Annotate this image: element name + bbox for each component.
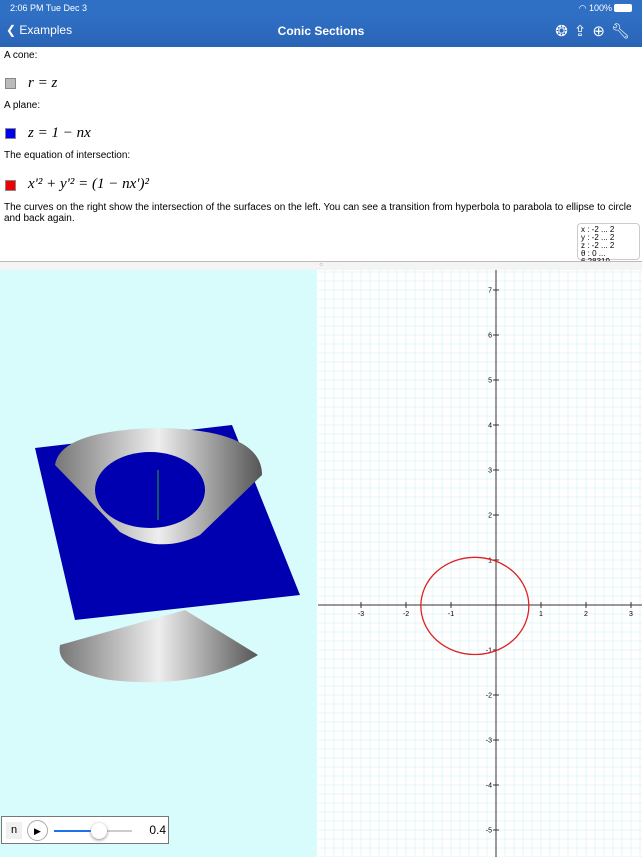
3d-view[interactable] xyxy=(0,270,317,857)
intersection-curve xyxy=(420,556,530,656)
intersection-swatch[interactable] xyxy=(5,180,16,191)
slider-knob[interactable] xyxy=(91,823,108,839)
param-slider[interactable] xyxy=(54,823,132,839)
y-tick-label: 7 xyxy=(488,288,492,295)
share-icon[interactable]: ⇪ xyxy=(574,22,587,40)
y-tick-label: -2 xyxy=(486,693,492,700)
nav-bar: ❮ Examples Conic Sections ❂ ⇪ ⊕ 🔧︎ xyxy=(0,16,642,47)
x-tick-label: 2 xyxy=(584,611,588,618)
x-tick-label: 1 xyxy=(539,611,543,618)
lower-cone xyxy=(59,610,259,683)
3d-plot xyxy=(35,425,300,683)
split-handle[interactable]: ○ xyxy=(0,261,642,270)
param-name-button[interactable]: n xyxy=(6,822,22,839)
y-tick-label: 5 xyxy=(488,378,492,385)
status-bar: 2:06 PM Tue Dec 3 ◠ 100% xyxy=(0,0,642,16)
wrench-icon[interactable]: 🔧︎ xyxy=(611,22,630,40)
x-tick-label: -3 xyxy=(358,611,364,618)
y-tick-label: 3 xyxy=(488,468,492,475)
cone-label: A cone: xyxy=(4,50,38,61)
intersection-disc xyxy=(95,452,205,528)
cone-swatch[interactable] xyxy=(5,78,16,89)
plane-swatch[interactable] xyxy=(5,128,16,139)
graph-view[interactable]: -3 -2 -1 1 2 3 7 6 5 4 3 2 1 -1 -2 -3 -4 -5 xyxy=(315,253,642,858)
plane-equation: z = 1 − nx xyxy=(28,125,91,141)
description: The curves on the right show the interse… xyxy=(4,202,632,224)
add-icon[interactable]: ⊕ xyxy=(592,22,605,40)
x-tick-label: -1 xyxy=(448,611,454,618)
y-tick-label: -3 xyxy=(486,738,492,745)
parameter-control: n ▶ 0.4 xyxy=(1,816,169,844)
x-tick-label: 3 xyxy=(629,611,633,618)
cone-equation: r = z xyxy=(28,75,58,91)
status-right: ◠ 100% xyxy=(579,3,632,14)
range-box[interactable]: x : -2 ... 2 y : -2 ... 2 z : -2 ... 2 θ… xyxy=(577,223,640,266)
y-tick-label: 4 xyxy=(488,423,492,430)
battery-text: 100% xyxy=(588,3,612,13)
intersection-equation: x'² + y'² = (1 − nx')² xyxy=(28,176,149,192)
x-tick-label: -2 xyxy=(403,611,409,618)
status-time: 2:06 PM Tue Dec 3 xyxy=(10,3,88,13)
2d-plot: -3 -2 -1 1 2 37654321-1-2-3-4-5 xyxy=(315,253,642,858)
y-tick-label: 2 xyxy=(488,513,492,520)
battery-icon xyxy=(614,4,632,12)
page-title: Conic Sections xyxy=(277,24,365,38)
y-tick-label: -5 xyxy=(486,828,492,835)
3d-view-icon[interactable]: ❂ xyxy=(555,22,568,40)
plane-label: A plane: xyxy=(4,100,41,111)
param-value: 0.4 xyxy=(149,823,166,837)
y-tick-label: -4 xyxy=(486,783,492,790)
intersection-label: The equation of intersection: xyxy=(4,150,131,161)
y-tick-label: 6 xyxy=(488,333,492,340)
play-button[interactable]: ▶ xyxy=(27,820,48,841)
